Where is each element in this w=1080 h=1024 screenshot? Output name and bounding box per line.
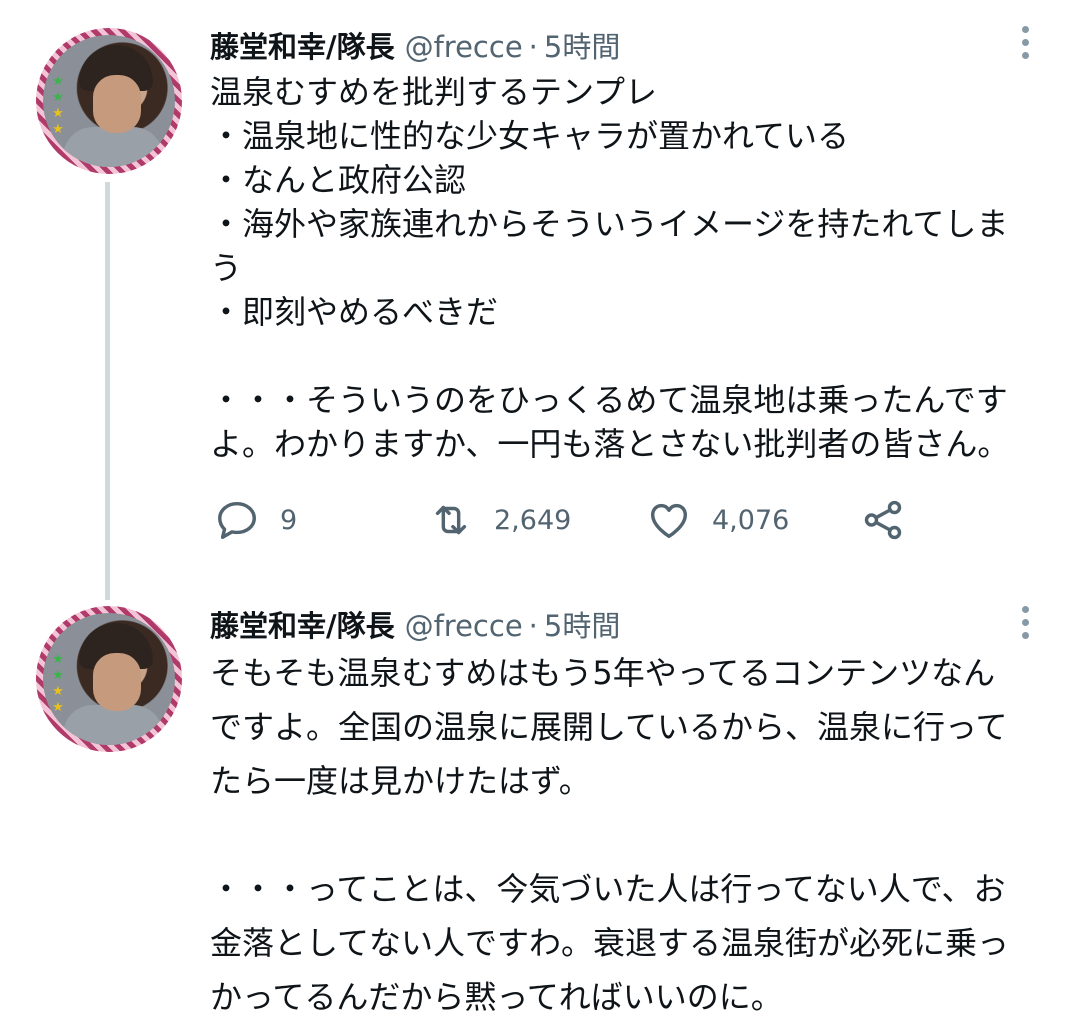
tweet[interactable]: ★ ★ ★ ★ 藤堂和幸/隊長 @frecce · 5時間 そもそも温泉むすめはもう5… [0, 600, 1080, 1016]
more-options-button[interactable] [1008, 600, 1042, 644]
tweet[interactable]: ★ ★ ★ ★ 藤堂和幸/隊長 @frecce · 5時間 温泉むすめを批判するテンプ… [0, 0, 1080, 600]
retweet-icon [435, 505, 467, 535]
more-vertical-icon [1021, 25, 1029, 33]
reply-icon [218, 501, 256, 539]
more-options-button[interactable] [1008, 20, 1042, 64]
share-button[interactable] [860, 492, 906, 548]
tweet-timestamp[interactable]: 5時間 [544, 24, 620, 66]
like-count: 4,076 [712, 504, 790, 536]
avatar[interactable]: ★ ★ ★ ★ [36, 28, 182, 174]
more-vertical-icon [1021, 605, 1029, 613]
separator-dot: · [528, 30, 538, 64]
tweet-actions: 9 2,649 4,076 [210, 492, 930, 548]
share-icon [864, 500, 902, 540]
star-badge-icon: ★ ★ ★ ★ [52, 74, 64, 137]
thread-connector-line [105, 182, 110, 600]
author-handle[interactable]: @frecce [405, 609, 523, 643]
reply-button[interactable]: 9 [214, 492, 297, 548]
author-name[interactable]: 藤堂和幸/隊長 [210, 24, 395, 66]
avatar[interactable]: ★ ★ ★ ★ [36, 606, 182, 752]
avatar-image: ★ ★ ★ ★ [43, 613, 175, 745]
retweet-count: 2,649 [494, 504, 572, 536]
heart-icon [650, 503, 688, 539]
author-name[interactable]: 藤堂和幸/隊長 [210, 603, 395, 645]
tweet-header: 藤堂和幸/隊長 @frecce · 5時間 [210, 24, 620, 68]
tweet-text: 温泉むすめを批判するテンプレ ・温泉地に性的な少女キャラが置かれている ・なんと… [210, 73, 1010, 463]
tweet-text: そもそも温泉むすめはもう5年やってるコンテンツなん ですよ。全国の温泉に展開して… [210, 654, 1010, 1016]
like-button[interactable]: 4,076 [646, 492, 789, 548]
reply-count: 9 [280, 504, 298, 536]
tweet-timestamp[interactable]: 5時間 [544, 603, 620, 645]
tweet-header: 藤堂和幸/隊長 @frecce · 5時間 [210, 603, 620, 647]
separator-dot: · [528, 609, 538, 643]
star-badge-icon: ★ ★ ★ ★ [52, 652, 64, 715]
avatar-image: ★ ★ ★ ★ [43, 35, 175, 167]
author-handle[interactable]: @frecce [405, 30, 523, 64]
retweet-button[interactable]: 2,649 [428, 492, 571, 548]
